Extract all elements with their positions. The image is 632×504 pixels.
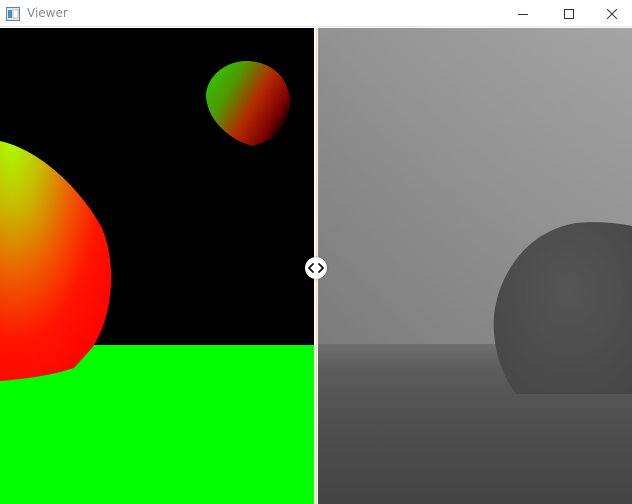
window-title: Viewer bbox=[27, 6, 68, 20]
depth-render-image bbox=[316, 28, 632, 504]
split-handle[interactable] bbox=[305, 257, 327, 279]
normals-render-image bbox=[0, 28, 316, 504]
normals-render-pane bbox=[0, 28, 316, 504]
viewer-window: Viewer bbox=[0, 0, 632, 504]
maximize-button[interactable] bbox=[546, 0, 592, 27]
close-button[interactable] bbox=[591, 0, 632, 27]
title-bar[interactable]: Viewer bbox=[0, 0, 632, 27]
app-window-icon bbox=[6, 6, 20, 21]
close-icon bbox=[606, 8, 617, 19]
minimize-button[interactable] bbox=[500, 0, 546, 27]
maximize-icon bbox=[564, 8, 574, 19]
render-viewport[interactable] bbox=[0, 28, 632, 504]
split-arrows-icon bbox=[308, 263, 324, 273]
minimize-icon bbox=[518, 13, 528, 15]
depth-render-pane bbox=[316, 28, 632, 504]
